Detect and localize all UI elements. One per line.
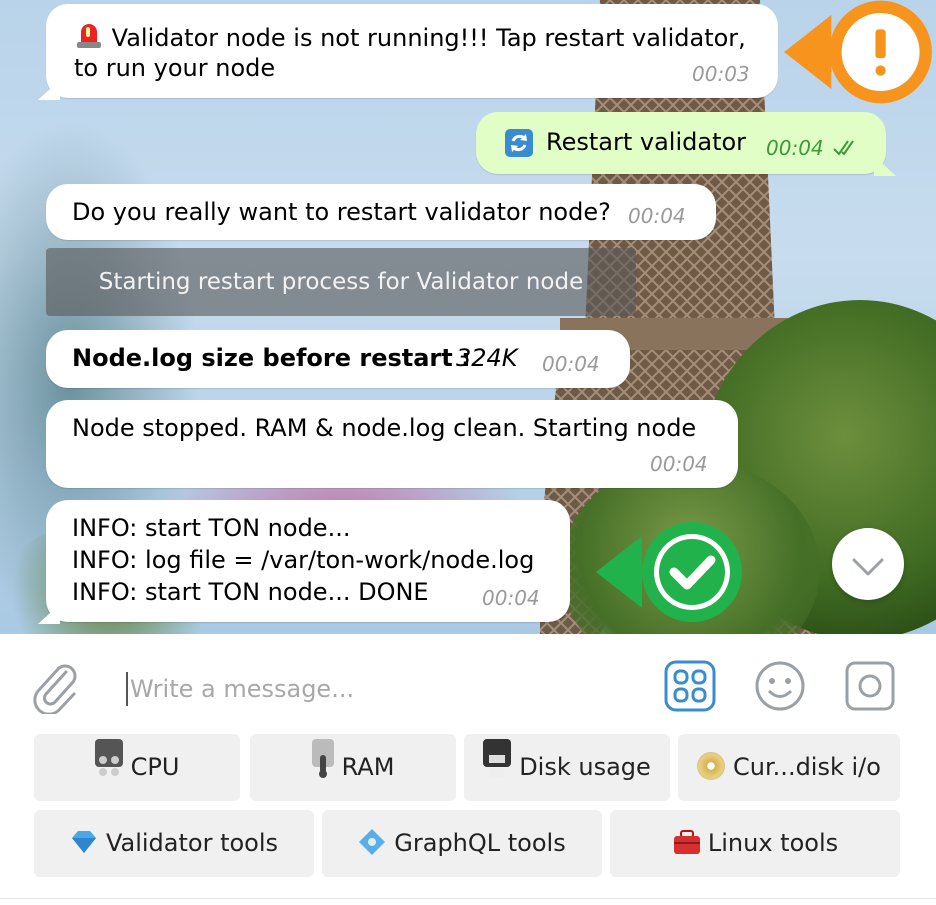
control-knobs-icon	[94, 739, 123, 776]
message-italic-value: 324K	[456, 344, 518, 372]
message-time: 00:04	[650, 452, 708, 476]
bot-keyboard: CPU RAM Disk usage Cur...disk i/o Valida…	[0, 724, 936, 904]
keyboard-button-label: Linux tools	[707, 829, 839, 857]
message-text: Validator node is not running!!! Tap res…	[111, 24, 746, 52]
diamond-shape-icon	[358, 815, 386, 855]
gem-icon	[70, 815, 98, 853]
keyboard-button-ram[interactable]: RAM	[250, 734, 456, 800]
keyboard-button-graphql-tools[interactable]: GraphQL tools	[322, 810, 602, 876]
message-time: 00:04	[628, 204, 686, 228]
message-composer: Write a message...	[0, 634, 936, 738]
keyboard-button-label: Cur...disk i/o	[733, 753, 881, 781]
paperclip-icon[interactable]	[30, 658, 80, 718]
emoji-icon[interactable]	[754, 660, 806, 716]
scroll-down-button[interactable]	[832, 528, 904, 600]
message-line: INFO: start TON node... DONE	[72, 578, 429, 606]
message-text: Restart validator	[546, 128, 747, 156]
keyboard-button-linux-tools[interactable]: Linux tools	[610, 810, 900, 876]
thermometer-icon	[311, 739, 334, 778]
message-bold-text: Node.log size before restart :	[72, 344, 471, 372]
floppy-disk-icon	[483, 739, 512, 777]
refresh-icon	[504, 128, 534, 166]
keyboard-button-label: GraphQL tools	[394, 829, 566, 857]
message-time: 00:04	[482, 586, 540, 610]
keyboard-button-label: Validator tools	[105, 829, 279, 857]
message-bubble-7: INFO: start TON node... INFO: log file =…	[46, 500, 570, 622]
message-text-line2: to run your node	[74, 54, 276, 82]
keyboard-button-disk-usage[interactable]: Disk usage	[464, 734, 670, 800]
message-time: 00:03	[692, 62, 750, 86]
message-line: INFO: log file = /var/ton-work/node.log	[72, 546, 535, 574]
keyboard-button-current-disk-io[interactable]: Cur...disk i/o	[678, 734, 900, 800]
message-bubble-3: Do you really want to restart validator …	[46, 184, 716, 240]
message-line: INFO: start TON node...	[72, 514, 351, 542]
keyboard-button-validator-tools[interactable]: Validator tools	[34, 810, 314, 876]
toolbox-icon	[672, 815, 700, 854]
keyboard-button-label: CPU	[130, 753, 180, 781]
chevron-down-icon	[852, 558, 884, 576]
dvd-icon	[697, 752, 726, 780]
keyboard-button-label: RAM	[341, 753, 395, 781]
message-time: 00:04	[766, 136, 824, 160]
message-text: Node stopped. RAM & node.log clean. Star…	[72, 414, 697, 442]
message-bubble-1: Validator node is not running!!! Tap res…	[46, 4, 778, 98]
keyboard-button-label: Disk usage	[519, 753, 651, 781]
message-text: Do you really want to restart validator …	[72, 198, 611, 226]
service-message: Starting restart process for Validator n…	[46, 248, 636, 316]
message-input[interactable]: Write a message...	[126, 672, 630, 706]
message-time: 00:04	[542, 352, 600, 376]
outgoing-message-bubble: Restart validator 00:04	[476, 112, 886, 174]
warning-badge-icon	[784, 0, 932, 104]
camera-icon[interactable]	[844, 660, 896, 716]
bot-commands-icon[interactable]	[664, 660, 716, 716]
message-bubble-5: Node.log size before restart : 324K 00:0…	[46, 330, 630, 388]
keyboard-button-cpu[interactable]: CPU	[34, 734, 240, 800]
success-check-badge-icon	[596, 522, 742, 622]
message-bubble-6: Node stopped. RAM & node.log clean. Star…	[46, 400, 738, 488]
read-double-check-icon	[832, 134, 860, 166]
